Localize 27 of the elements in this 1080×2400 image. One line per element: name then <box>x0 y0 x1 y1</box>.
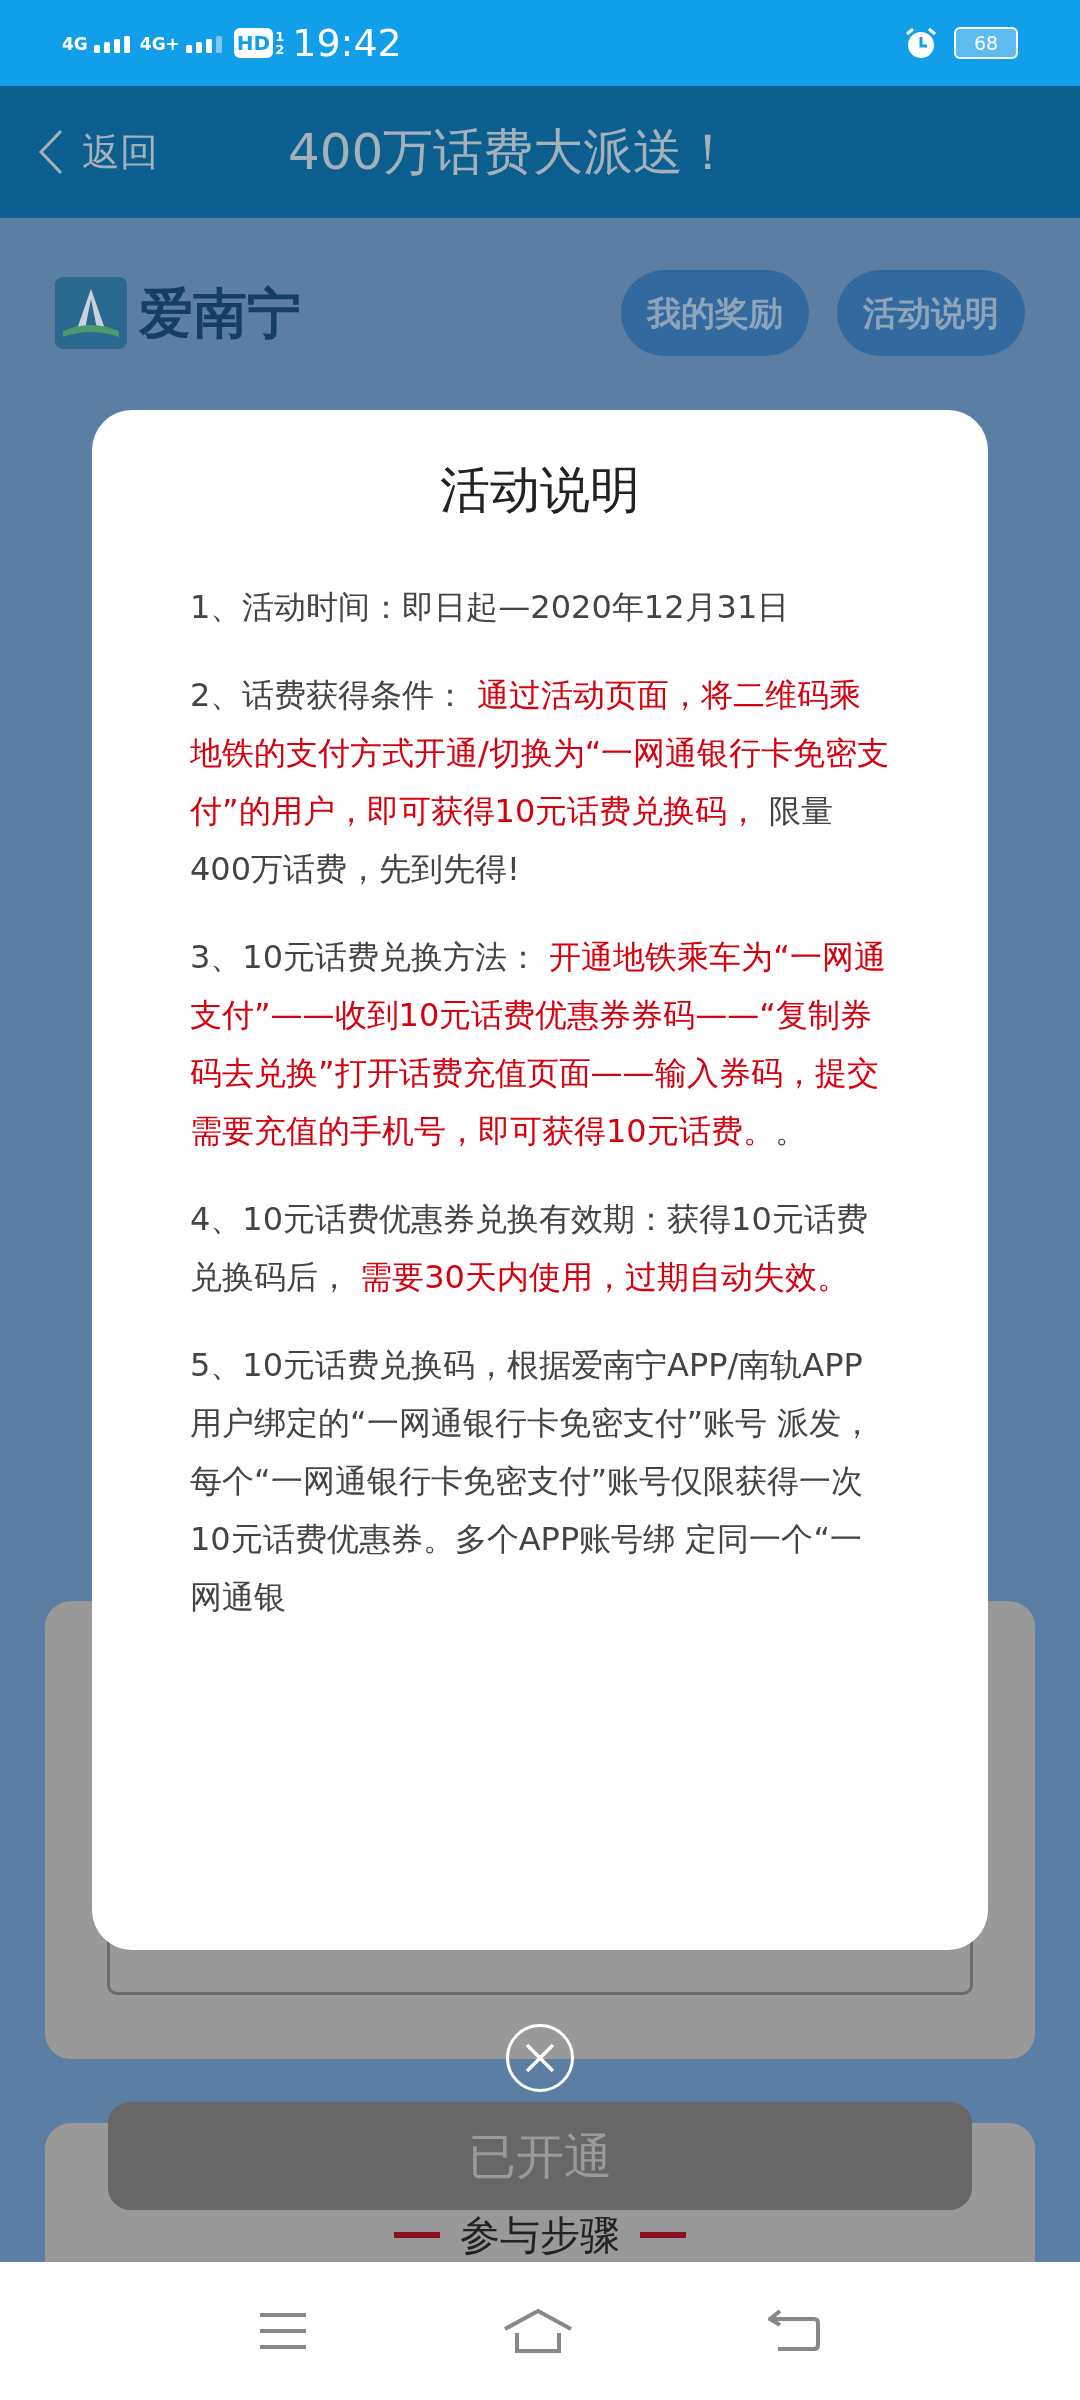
modal-title: 活动说明 <box>440 460 640 521</box>
sim-slot-label: 1 <box>275 30 285 43</box>
battery-indicator: 68 <box>954 27 1018 59</box>
network-label: 4G+ <box>139 36 180 53</box>
network-label: 4G <box>62 36 88 53</box>
section-heading: 参与步骤 <box>460 2212 620 2258</box>
close-icon <box>525 2043 555 2073</box>
app-logo-icon <box>55 277 127 349</box>
rule-paragraph: 5、10元话费兑换码，根据爱南宁APP/南轨APP用户绑定的“一网通银行卡免密支付”账号 派发，每个“一网通银行卡免密支付”账号仅限获得一次10元话费优惠券。多个APP账号绑 定同一个“一网通银 <box>190 1345 875 1618</box>
page-title: 400万话费大派送！ <box>288 121 734 183</box>
pill-button[interactable]: 活动说明 <box>837 270 1025 356</box>
rule-paragraph: 1、活动时间：即日起—2020年12月31日 <box>190 587 791 628</box>
back-icon[interactable] <box>768 2309 823 2353</box>
chevron-left-icon <box>38 129 64 175</box>
close-button[interactable] <box>506 2024 574 2092</box>
alarm-icon <box>904 26 938 60</box>
rule-paragraph: 3、10元话费兑换方法： 开通地铁乘车为“一网通支付”——收到10元话费优惠券券码——“复制券码去兑换”打开话费充值页面——输入券码，提交需要充值的手机号，即可获得10元话费。。 <box>190 937 887 1152</box>
back-button[interactable]: 返回 <box>0 123 158 181</box>
hd-badge: HD <box>233 28 274 58</box>
rule-paragraph: 4、10元话费优惠券兑换有效期：获得10元话费兑换码后， 需要30天内使用，过期自动失效。 <box>190 1199 869 1298</box>
brand-name: 爱南宁 <box>139 280 301 347</box>
sim-slot-label: 2 <box>275 43 285 56</box>
pill-button[interactable]: 我的奖励 <box>621 270 809 356</box>
menu-icon[interactable] <box>257 2311 308 2351</box>
clock-time: 19:42 <box>292 19 402 67</box>
rule-paragraph: 2、话费获得条件： 通过活动页面，将二维码乘地铁的支付方式开通/切换为“一网通银行卡免密支付”的用户，即可获得10元话费兑换码， 限量400万话费，先到先得! <box>190 675 890 890</box>
home-icon[interactable] <box>503 2309 573 2353</box>
